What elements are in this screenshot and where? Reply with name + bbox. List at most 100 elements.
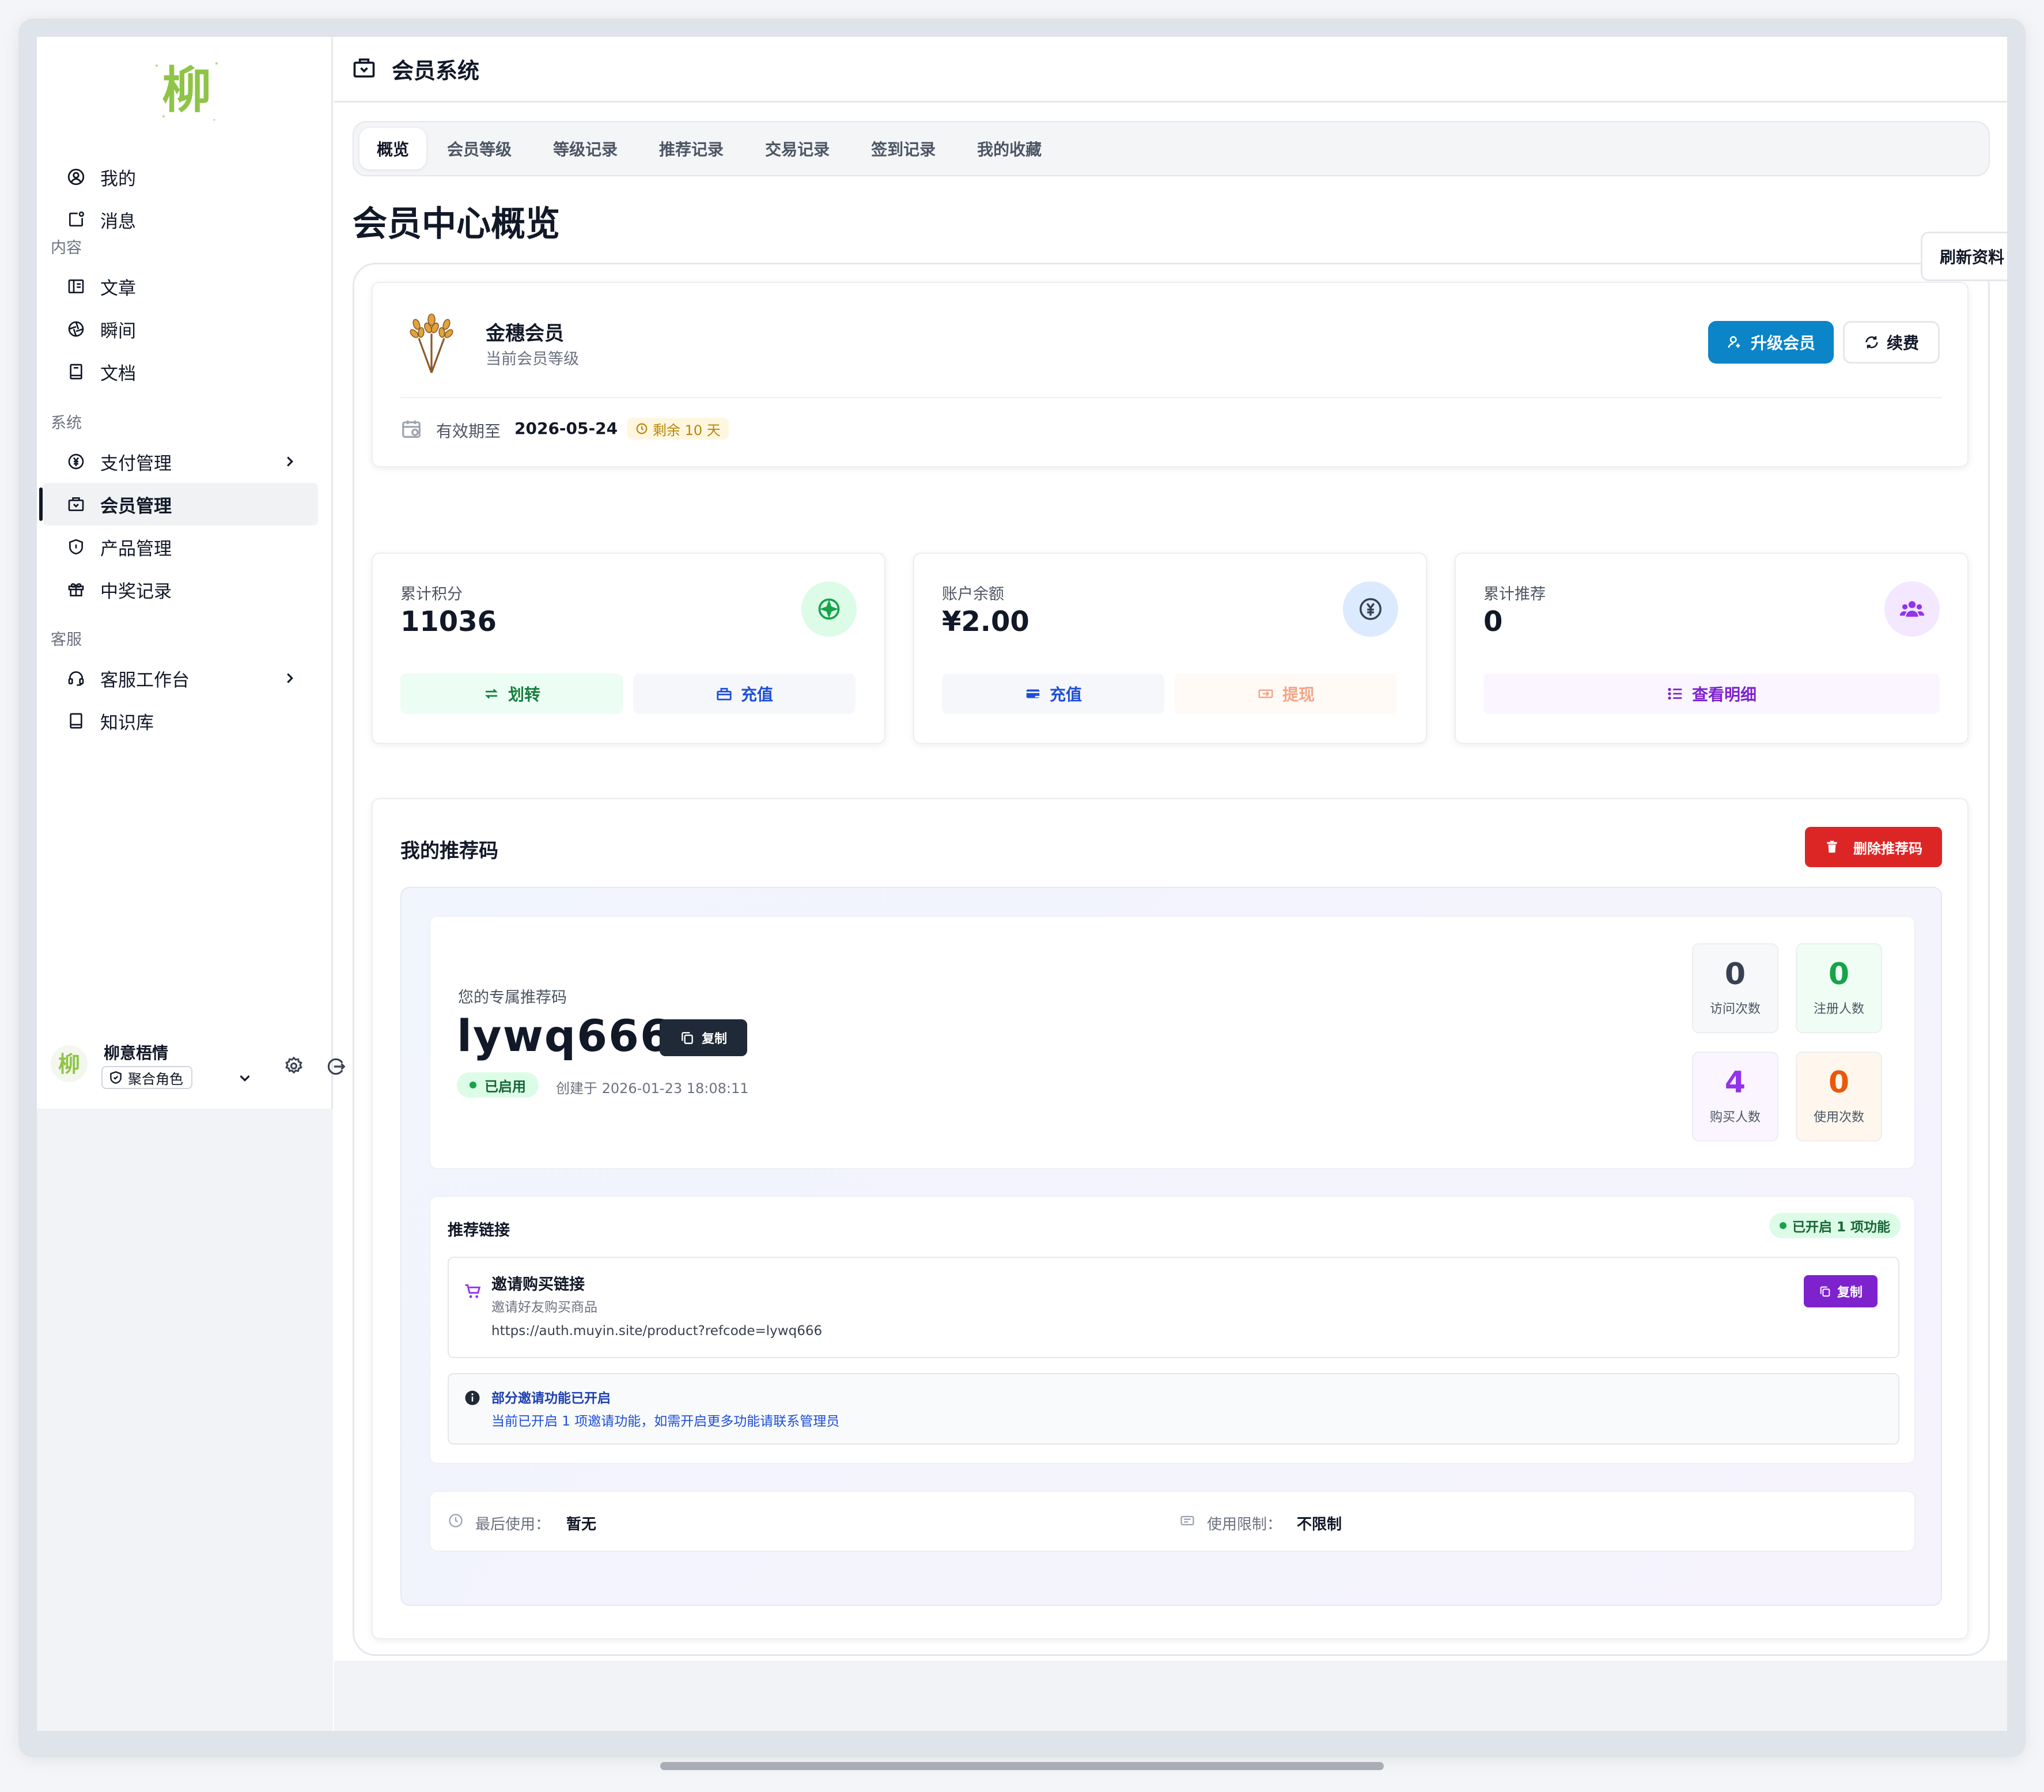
sidebar-item-label: 我的 [100, 168, 136, 190]
content-bottom-area [334, 1661, 2007, 1731]
sidebar: 柳 我的 消息 内容 文章 瞬间 文档 系统 支付管理 会员管理 产品管理 中奖… [37, 37, 346, 1731]
valid-date: 2026-05-24 [514, 419, 618, 438]
gift-icon [65, 578, 88, 601]
stat-value: 0 [1483, 606, 1503, 638]
referrals-card: 累计推荐 0 查看明细 [1455, 553, 1969, 744]
sidebar-item-members[interactable]: 会员管理 [39, 483, 318, 525]
balance-recharge-button[interactable]: 充值 [942, 674, 1164, 714]
stat-label: 账户余额 [942, 585, 1004, 603]
renew-button[interactable]: 续费 [1843, 321, 1940, 364]
referral-code-box: 您的专属推荐码 lywq666 复制 已启用 创建于 2026-01-23 18… [429, 916, 1916, 1169]
points-card: 累计积分 11036 划转 充值 [372, 553, 885, 744]
last-used-value: 暂无 [566, 1516, 597, 1533]
metric-purchases: 4 购买人数 [1692, 1052, 1778, 1141]
withdraw-button[interactable]: 提现 [1175, 674, 1397, 714]
sidebar-item-prizes[interactable]: 中奖记录 [43, 568, 318, 611]
tab-bar: 概览 会员等级 等级记录 推荐记录 交易记录 签到记录 我的收藏 [353, 121, 1990, 176]
stat-value: ¥2.00 [942, 606, 1029, 638]
refresh-icon [1864, 334, 1880, 350]
list-icon [1667, 685, 1684, 702]
card-icon [1024, 685, 1042, 702]
last-used-label: 最后使用： [475, 1516, 551, 1533]
brand-logo[interactable]: 柳 [146, 48, 227, 129]
invite-link-item: 邀请购买链接 邀请好友购买商品 https://auth.muyin.site/… [448, 1257, 1899, 1358]
header-title: 会员系统 [392, 58, 480, 84]
links-title: 推荐链接 [448, 1222, 510, 1239]
tab-referral-records[interactable]: 推荐记录 [638, 128, 744, 169]
member-level-sub: 当前会员等级 [486, 350, 579, 368]
sidebar-item-label: 会员管理 [100, 496, 172, 517]
avatar[interactable]: 柳 [51, 1045, 88, 1082]
info-icon [464, 1389, 481, 1409]
tab-member-levels[interactable]: 会员等级 [426, 128, 532, 169]
tab-checkin-records[interactable]: 签到记录 [850, 128, 956, 169]
view-details-button[interactable]: 查看明细 [1483, 674, 1940, 714]
member-level-name: 金穗会员 [486, 322, 564, 345]
tab-favorites[interactable]: 我的收藏 [956, 128, 1062, 169]
sidebar-item-products[interactable]: 产品管理 [43, 525, 318, 568]
membership-card: 金穗会员 当前会员等级 升级会员 续费 有效期至 2026-05-24 剩余 1… [372, 282, 1969, 467]
shield-icon [65, 535, 88, 558]
sidebar-item-label: 支付管理 [100, 453, 172, 474]
sidebar-item-moments[interactable]: 瞬间 [43, 308, 318, 350]
cart-icon [464, 1282, 482, 1303]
sidebar-item-knowledge[interactable]: 知识库 [43, 700, 318, 742]
sidebar-item-payment[interactable]: 支付管理 [43, 440, 318, 483]
sidebar-item-messages[interactable]: 消息 [43, 198, 318, 241]
refresh-profile-btn[interactable]: 刷新资料 [1921, 232, 2007, 281]
copy-icon [680, 1030, 695, 1045]
valid-label: 有效期至 [436, 422, 501, 441]
user-circle-icon [65, 165, 88, 188]
stat-value: 11036 [400, 606, 497, 638]
copy-code-button[interactable]: 复制 [660, 1019, 747, 1056]
sidebar-item-label: 产品管理 [100, 538, 172, 559]
withdraw-icon [1257, 685, 1274, 702]
chevron-down-icon[interactable] [236, 1069, 253, 1089]
sidebar-item-mine[interactable]: 我的 [43, 156, 318, 198]
horizontal-scrollbar[interactable] [660, 1762, 1384, 1770]
usage-info-box: 最后使用： 暂无 使用限制： 不限制 [429, 1491, 1916, 1552]
tab-level-records[interactable]: 等级记录 [532, 128, 638, 169]
copy-link-button[interactable]: 复制 [1804, 1275, 1878, 1307]
wheat-icon [403, 311, 460, 377]
member-icon [65, 493, 88, 516]
member-icon [351, 55, 377, 83]
users-icon [1884, 581, 1940, 637]
transfer-button[interactable]: 划转 [400, 674, 623, 714]
sidebar-item-label: 文章 [100, 278, 136, 299]
wallet-icon [716, 685, 733, 702]
main-content: 概览 会员等级 等级记录 推荐记录 交易记录 签到记录 我的收藏 会员中心概览 … [334, 103, 2007, 1731]
user-name: 柳意梧情 [104, 1044, 169, 1063]
tab-transaction-records[interactable]: 交易记录 [744, 128, 850, 169]
chevron-right-icon [281, 670, 298, 687]
code-label: 您的专属推荐码 [458, 989, 567, 1007]
stat-label: 累计推荐 [1483, 585, 1546, 603]
sidebar-item-docs[interactable]: 文档 [43, 350, 318, 393]
sidebar-item-articles[interactable]: 文章 [43, 265, 318, 308]
upgrade-button[interactable]: 升级会员 [1708, 321, 1834, 364]
section-label-system: 系统 [51, 414, 82, 432]
shield-icon [108, 1070, 123, 1085]
created-time: 创建于 2026-01-23 18:08:11 [556, 1080, 749, 1097]
role-selector[interactable]: 聚合角色 [101, 1066, 192, 1089]
balance-card: 账户余额 ¥2.00 充值 提现 [913, 553, 1427, 744]
stat-label: 累计积分 [400, 585, 463, 603]
features-badge: 已开启 1 项功能 [1769, 1213, 1901, 1238]
renew-label: 续费 [1886, 334, 1919, 353]
delete-referral-button[interactable]: 删除推荐码 [1805, 827, 1942, 867]
sidebar-item-label: 瞬间 [100, 320, 136, 342]
points-recharge-button[interactable]: 充值 [633, 674, 856, 714]
user-bar: 柳 柳意梧情 聚合角色 [46, 1038, 346, 1096]
sidebar-item-label: 知识库 [100, 712, 154, 734]
copy-icon [1819, 1285, 1831, 1298]
metric-uses: 0 使用次数 [1796, 1052, 1882, 1141]
referral-code-card: 我的推荐码 删除推荐码 您的专属推荐码 lywq666 复制 已启用 创建于 2… [372, 798, 1969, 1639]
sidebar-item-service-desk[interactable]: 客服工作台 [43, 657, 318, 700]
chevron-right-icon [281, 453, 298, 470]
calendar-icon [400, 418, 422, 442]
tab-overview[interactable]: 概览 [359, 128, 427, 169]
gear-icon[interactable] [283, 1056, 304, 1079]
invite-link-url[interactable]: https://auth.muyin.site/product?refcode=… [491, 1324, 822, 1339]
limit-label: 使用限制： [1207, 1516, 1282, 1533]
metric-registrations: 0 注册人数 [1796, 943, 1882, 1033]
